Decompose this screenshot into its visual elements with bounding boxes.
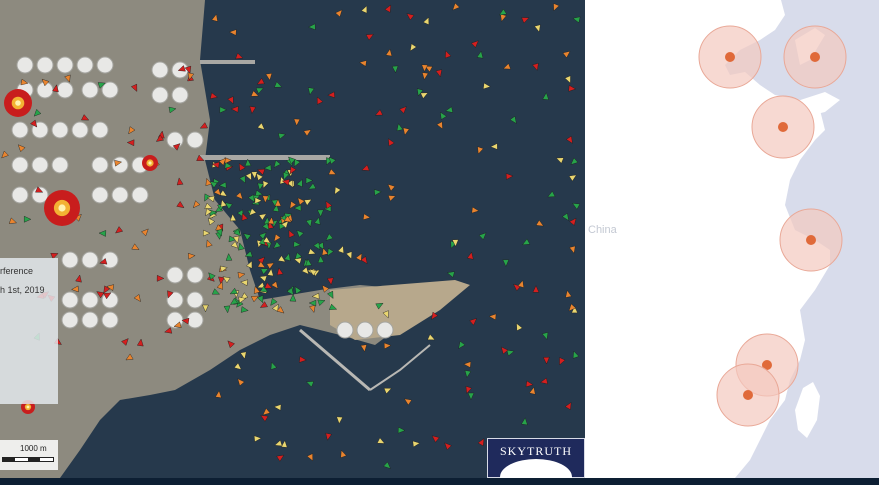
storage-tank (91, 121, 109, 139)
storage-tank (56, 56, 74, 74)
storage-tank (11, 156, 29, 174)
storage-tank (171, 86, 189, 104)
storage-tank (51, 156, 69, 174)
storage-tank (91, 186, 109, 204)
port-marker (716, 363, 780, 427)
storage-tank (111, 156, 129, 174)
flare-marker (4, 89, 32, 117)
storage-tank (81, 81, 99, 99)
logo-arc (500, 459, 572, 478)
storage-tank (16, 56, 34, 74)
port-marker (751, 95, 815, 159)
china-label: China (588, 224, 617, 236)
legend-panel: rference h 1st, 2019 (0, 258, 58, 404)
port-marker (779, 208, 843, 272)
storage-tank (101, 311, 119, 329)
scale-bar-box: 1000 m (0, 440, 58, 470)
storage-tank (186, 311, 204, 329)
jetty (200, 155, 330, 160)
storage-tank (81, 291, 99, 309)
storage-tank (56, 81, 74, 99)
overview-map[interactable]: China (585, 0, 879, 478)
jetty (200, 60, 255, 64)
storage-tank (166, 266, 184, 284)
storage-tank (186, 291, 204, 309)
storage-tank (111, 186, 129, 204)
storage-tank (31, 156, 49, 174)
storage-tank (61, 251, 79, 269)
storage-tank (51, 121, 69, 139)
overview-map-image (585, 0, 879, 478)
flare-marker (44, 190, 80, 226)
storage-tank (61, 311, 79, 329)
satellite-image (0, 0, 585, 478)
scale-label: 1000 m (20, 444, 47, 453)
storage-tank (151, 86, 169, 104)
storage-tank (61, 291, 79, 309)
port-marker (698, 25, 762, 89)
storage-tank (81, 311, 99, 329)
logo-text: SKYTRUTH (499, 444, 572, 458)
bottom-strip (0, 478, 879, 485)
storage-tank (81, 251, 99, 269)
legend-line-1: rference (0, 266, 34, 276)
storage-tank (131, 186, 149, 204)
storage-tank (91, 156, 109, 174)
skytruth-logo: SKYTRUTH (487, 438, 585, 478)
storage-tank (11, 121, 29, 139)
storage-tank (76, 56, 94, 74)
scale-bar (2, 457, 54, 462)
storage-tank (186, 266, 204, 284)
satellite-map[interactable]: rference h 1st, 2019 1000 m SKYTRUTH (0, 0, 585, 478)
storage-tank (71, 121, 89, 139)
storage-tank (151, 61, 169, 79)
legend-line-2: h 1st, 2019 (0, 285, 45, 295)
storage-tank (186, 131, 204, 149)
storage-tank (376, 321, 394, 339)
storage-tank (11, 186, 29, 204)
storage-tank (101, 81, 119, 99)
storage-tank (356, 321, 374, 339)
storage-tank (96, 56, 114, 74)
flare-marker (142, 155, 158, 171)
storage-tank (336, 321, 354, 339)
storage-tank (36, 56, 54, 74)
port-marker (783, 25, 847, 89)
